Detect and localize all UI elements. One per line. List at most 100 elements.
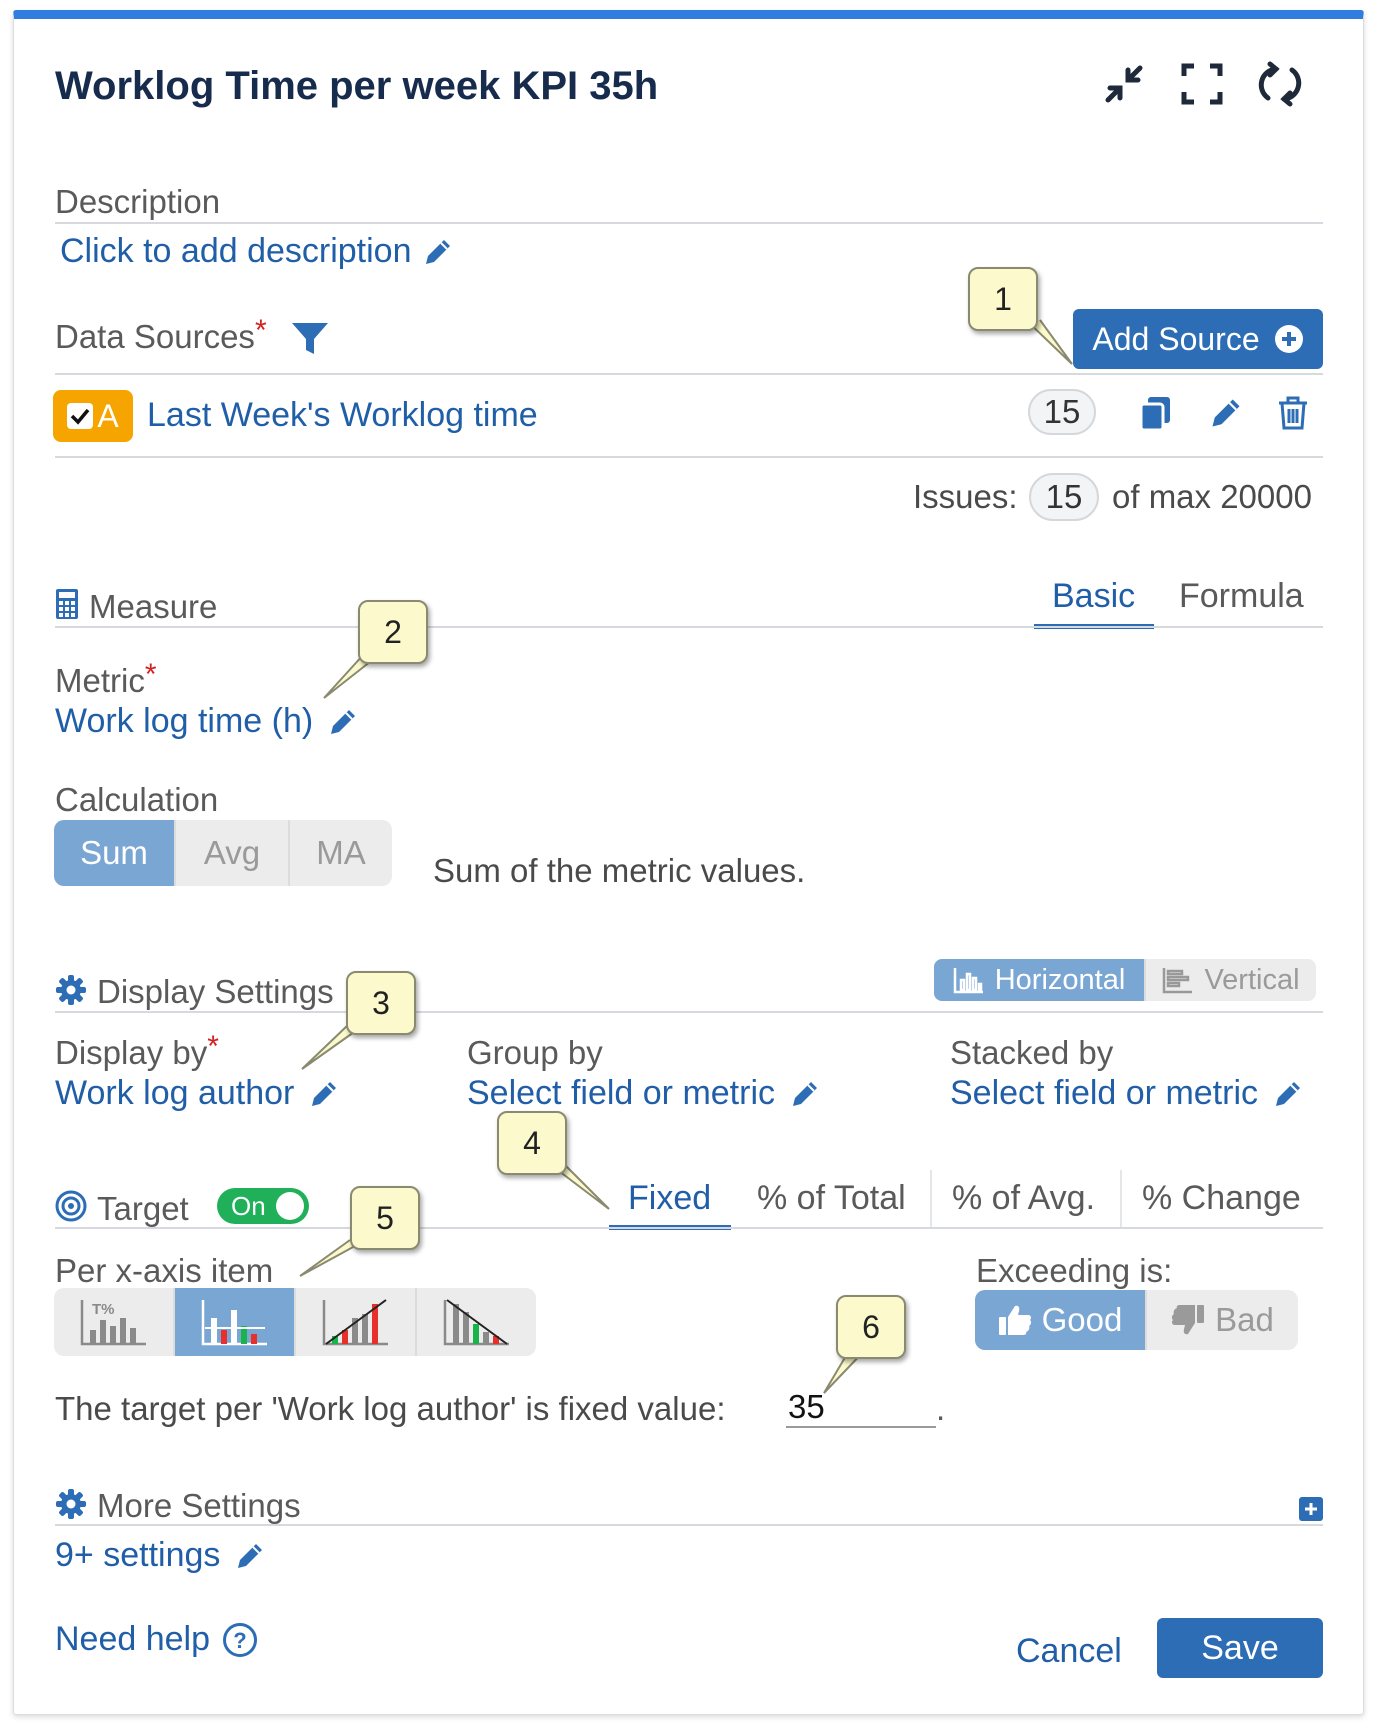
chart-icon-label: T% (92, 1301, 115, 1318)
percent-bar-chart-icon: T% (80, 1300, 146, 1346)
tab-separator (1120, 1170, 1122, 1228)
svg-text:?: ? (233, 1628, 246, 1653)
edit-source-icon[interactable] (1208, 395, 1244, 436)
required-mark: * (144, 658, 157, 691)
source-name-link[interactable]: Last Week's Worklog time (147, 396, 538, 435)
vertical-button[interactable]: Vertical (1146, 959, 1316, 1001)
stacked-by-label: Stacked by (950, 1034, 1114, 1071)
per-axis-label: Per x-axis item (55, 1252, 274, 1289)
target-toggle[interactable]: On (217, 1188, 309, 1224)
more-settings-link[interactable]: 9+ settings (55, 1536, 266, 1575)
stacked-by-link[interactable]: Select field or metric (950, 1074, 1304, 1113)
bad-label: Bad (1215, 1301, 1274, 1338)
metric-value: Work log time (h) (55, 702, 314, 740)
divider (55, 456, 1323, 458)
help-label: Need help (55, 1620, 211, 1658)
pencil-icon (1276, 1081, 1300, 1106)
cancel-button[interactable]: Cancel (1016, 1632, 1122, 1671)
tab-percent-total[interactable]: % of Total (757, 1179, 906, 1218)
pencil-icon (238, 1543, 263, 1568)
callout-5: 5 (350, 1186, 420, 1250)
tab-fixed[interactable]: Fixed (628, 1179, 711, 1218)
horizontal-label: Horizontal (994, 963, 1126, 996)
divider (55, 1227, 1323, 1229)
bar-chart-icon (953, 968, 983, 994)
display-settings-label: Display Settings (97, 973, 334, 1010)
calc-description: Sum of the metric values. (433, 852, 806, 889)
display-by-value: Work log author (55, 1074, 295, 1112)
pencil-icon (312, 1081, 337, 1106)
gear-icon (55, 974, 87, 1011)
divider (55, 373, 1323, 375)
source-badge[interactable]: A (53, 390, 133, 442)
callout-1: 1 (968, 267, 1038, 331)
required-mark: * (254, 314, 267, 347)
target-percent-chart-button[interactable]: T% (54, 1288, 175, 1356)
horizontal-button[interactable]: Horizontal (934, 959, 1146, 1001)
exceeding-bad-button[interactable]: Bad (1147, 1290, 1298, 1350)
fixed-target-suffix: . (936, 1390, 946, 1427)
filter-icon[interactable] (290, 320, 330, 363)
orientation-selector: Horizontal Vertical (934, 959, 1316, 1001)
divider (55, 222, 1323, 224)
plus-circle-icon (1274, 325, 1303, 353)
help-link[interactable]: Need help ? (55, 1620, 258, 1659)
display-by-link[interactable]: Work log author (55, 1074, 340, 1113)
exceeding-good-button[interactable]: Good (975, 1290, 1147, 1350)
stacked-by-value: Select field or metric (950, 1074, 1258, 1112)
copy-icon[interactable] (1138, 395, 1174, 436)
metric-link[interactable]: Work log time (h) (55, 702, 359, 741)
tab-formula[interactable]: Formula (1179, 577, 1304, 616)
measure-label: Measure (89, 588, 218, 625)
page-title: Worklog Time per week KPI 35h (55, 64, 659, 108)
collapse-icon[interactable] (1100, 60, 1148, 108)
expand-icon[interactable] (1299, 1497, 1323, 1521)
tab-percent-change[interactable]: % Change (1142, 1179, 1301, 1218)
calc-avg-button[interactable]: Avg (176, 820, 290, 886)
metric-label: Metric* (55, 658, 157, 700)
calculation-label: Calculation (55, 781, 219, 818)
calculation-selector: Sum Avg MA (54, 820, 392, 886)
target-chart-type-selector: T% (54, 1288, 536, 1356)
save-button[interactable]: Save (1157, 1618, 1323, 1678)
refresh-icon[interactable] (1256, 60, 1304, 108)
issues-count-badge: 15 (1029, 473, 1099, 521)
good-label: Good (1041, 1301, 1123, 1338)
trash-icon[interactable] (1276, 395, 1310, 436)
calc-ma-button[interactable]: MA (290, 820, 392, 886)
gear-icon (55, 1488, 87, 1525)
issues-label: Issues: (913, 478, 1018, 515)
data-sources-label-text: Data Sources (55, 318, 255, 355)
tab-percent-avg[interactable]: % of Avg. (952, 1179, 1095, 1218)
group-by-label: Group by (467, 1034, 603, 1071)
decreasing-target-chart-icon (443, 1299, 509, 1346)
pencil-icon (793, 1081, 817, 1106)
toggle-label: On (231, 1190, 266, 1221)
divider (55, 1524, 1323, 1526)
divider (55, 626, 1323, 628)
description-label: Description (55, 183, 221, 220)
increasing-target-chart-icon (322, 1299, 388, 1346)
checkbox-icon[interactable] (67, 403, 94, 429)
divider (55, 1011, 1323, 1013)
target-fixed-chart-button[interactable] (175, 1288, 296, 1356)
calculator-icon (55, 588, 79, 625)
target-increasing-chart-button[interactable] (296, 1288, 417, 1356)
display-by-label-text: Display by (55, 1034, 208, 1071)
add-description-label: Click to add description (60, 232, 412, 270)
calc-sum-button[interactable]: Sum (54, 820, 176, 886)
add-description-link[interactable]: Click to add description (60, 232, 454, 271)
target-decreasing-chart-button[interactable] (417, 1288, 536, 1356)
required-mark: * (207, 1030, 219, 1063)
metric-label-text: Metric (55, 662, 145, 699)
add-source-button[interactable]: Add Source (1073, 309, 1323, 369)
more-settings-label: More Settings (97, 1487, 301, 1524)
callout-2: 2 (358, 600, 428, 664)
target-icon (55, 1190, 87, 1227)
target-label: Target (97, 1190, 189, 1227)
more-settings-value: 9+ settings (55, 1536, 221, 1574)
tab-basic[interactable]: Basic (1052, 577, 1135, 616)
add-source-label: Add Source (1092, 320, 1260, 357)
group-by-link[interactable]: Select field or metric (467, 1074, 821, 1113)
fullscreen-icon[interactable] (1178, 60, 1226, 108)
